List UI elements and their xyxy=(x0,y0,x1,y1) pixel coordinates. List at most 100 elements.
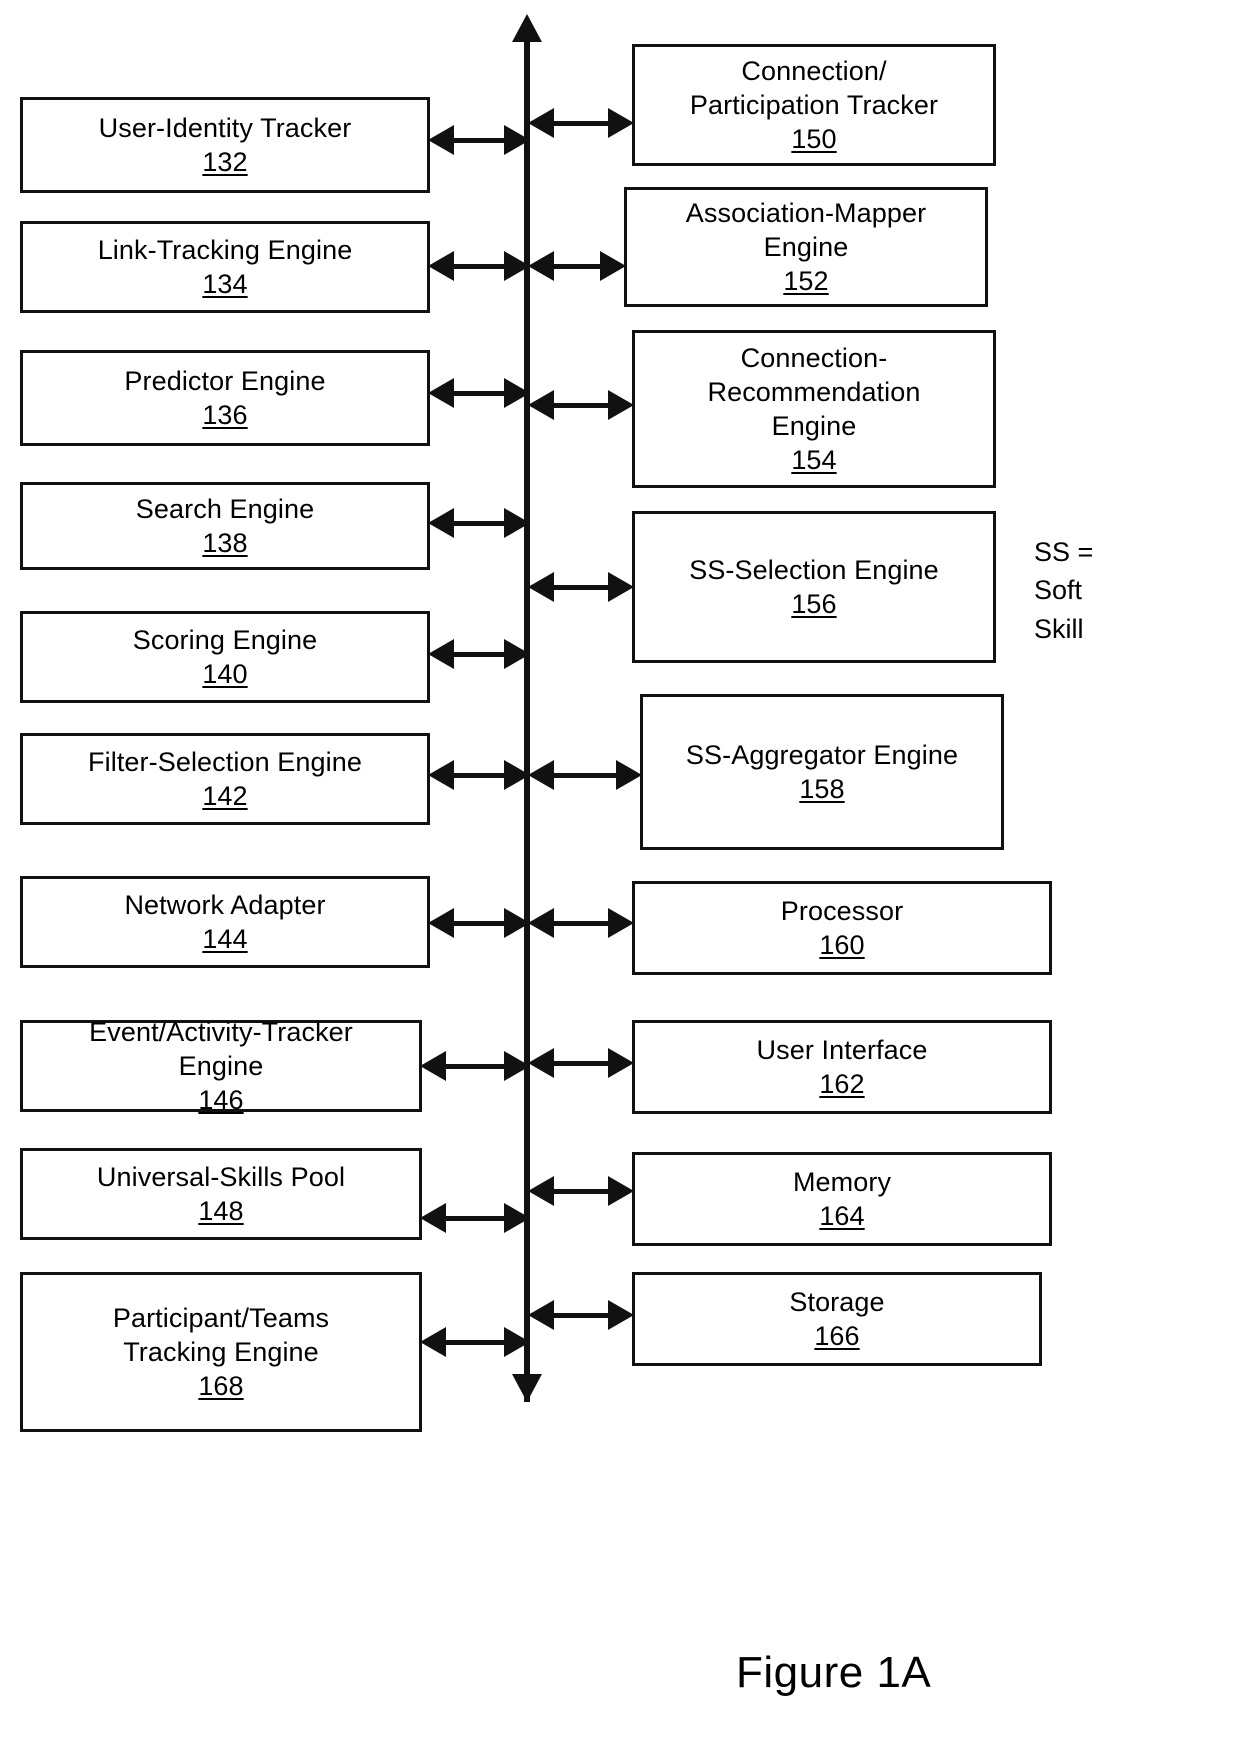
block-title: Processor xyxy=(780,895,904,926)
arrow-head-left-icon xyxy=(528,572,554,602)
block-title: Search Engine xyxy=(135,493,315,524)
connector-144-bus xyxy=(428,908,530,938)
block-title: Connection/ Participation Tracker xyxy=(689,55,939,120)
arrow-head-left-icon xyxy=(428,639,454,669)
connector-148-bus xyxy=(420,1203,530,1233)
arrow-head-right-icon xyxy=(616,760,642,790)
arrow-head-left-icon xyxy=(528,1048,554,1078)
block-number: 140 xyxy=(202,659,248,689)
arrow-head-left-icon xyxy=(528,108,554,138)
system-bus-arrow-down-icon xyxy=(512,1374,542,1402)
connector-bus-158 xyxy=(528,760,642,790)
connector-132-bus xyxy=(428,125,530,155)
block-number: 136 xyxy=(202,400,248,430)
block-user-identity-tracker: User-Identity Tracker 132 xyxy=(20,97,430,193)
system-bus-arrow-up-icon xyxy=(512,14,542,42)
block-text-line: Event/Activity-Tracker Engine 146 xyxy=(89,1016,353,1116)
block-title: Network Adapter xyxy=(124,889,326,920)
block-title: Storage xyxy=(789,1286,885,1317)
arrow-head-left-icon xyxy=(420,1203,446,1233)
block-number: 164 xyxy=(819,1201,865,1231)
arrow-head-right-icon xyxy=(608,572,634,602)
connector-bus-166 xyxy=(528,1300,634,1330)
block-title: User Interface xyxy=(756,1034,928,1065)
arrow-head-right-icon xyxy=(608,908,634,938)
block-memory: Memory 164 xyxy=(632,1152,1052,1246)
block-number: 152 xyxy=(783,266,829,296)
block-title: SS-Aggregator Engine xyxy=(685,739,959,770)
block-storage: Storage 166 xyxy=(632,1272,1042,1366)
block-predictor-engine: Predictor Engine 136 xyxy=(20,350,430,446)
block-title: Association-Mapper Engine xyxy=(685,197,927,262)
block-title: Participant/Teams Tracking Engine xyxy=(112,1302,330,1367)
block-number: 162 xyxy=(819,1069,865,1099)
connector-140-bus xyxy=(428,639,530,669)
block-scoring-engine: Scoring Engine 140 xyxy=(20,611,430,703)
arrow-head-left-icon xyxy=(428,760,454,790)
arrow-head-left-icon xyxy=(428,125,454,155)
block-participant-teams-tracking-engine: Participant/Teams Tracking Engine 168 xyxy=(20,1272,422,1432)
arrow-head-left-icon xyxy=(428,508,454,538)
connector-134-bus xyxy=(428,251,530,281)
arrow-head-right-icon xyxy=(608,1048,634,1078)
block-number: 156 xyxy=(791,589,837,619)
block-number: 158 xyxy=(799,774,845,804)
block-title: User-Identity Tracker xyxy=(98,112,352,143)
connector-bus-162 xyxy=(528,1048,634,1078)
connector-bus-154 xyxy=(528,390,634,420)
connector-168-bus xyxy=(420,1327,530,1357)
arrow-head-right-icon xyxy=(600,251,626,281)
block-number: 138 xyxy=(202,528,248,558)
block-title: Memory xyxy=(792,1166,892,1197)
arrow-head-right-icon xyxy=(504,1051,530,1081)
block-network-adapter: Network Adapter 144 xyxy=(20,876,430,968)
connector-136-bus xyxy=(428,378,530,408)
block-search-engine: Search Engine 138 xyxy=(20,482,430,570)
block-association-mapper-engine: Association-Mapper Engine 152 xyxy=(624,187,988,307)
arrow-head-left-icon xyxy=(428,908,454,938)
block-ss-selection-engine: SS-Selection Engine 156 xyxy=(632,511,996,663)
connector-bus-152 xyxy=(528,251,626,281)
figure-canvas: User-Identity Tracker 132 Link-Tracking … xyxy=(0,0,1240,1739)
block-number: 134 xyxy=(202,269,248,299)
arrow-head-right-icon xyxy=(504,908,530,938)
arrow-head-left-icon xyxy=(528,251,554,281)
arrow-head-right-icon xyxy=(504,760,530,790)
arrow-head-right-icon xyxy=(608,1176,634,1206)
legend-soft-skill-abbreviation: SS = Soft Skill xyxy=(1034,537,1094,644)
block-title: Filter-Selection Engine xyxy=(88,746,362,777)
block-link-tracking-engine: Link-Tracking Engine 134 xyxy=(20,221,430,313)
arrow-head-right-icon xyxy=(608,108,634,138)
block-number: 168 xyxy=(198,1371,244,1401)
block-event-activity-tracker-engine: Event/Activity-Tracker Engine 146 xyxy=(20,1017,422,1115)
block-title: Predictor Engine xyxy=(124,365,326,396)
connector-bus-160 xyxy=(528,908,634,938)
arrow-head-left-icon xyxy=(528,760,554,790)
block-number: 160 xyxy=(819,930,865,960)
block-user-interface: User Interface 162 xyxy=(632,1020,1052,1114)
arrow-head-right-icon xyxy=(504,508,530,538)
arrow-head-left-icon xyxy=(420,1051,446,1081)
figure-caption: Figure 1A xyxy=(736,1648,932,1697)
arrow-head-left-icon xyxy=(528,1176,554,1206)
block-number: 150 xyxy=(791,124,837,154)
connector-138-bus xyxy=(428,508,530,538)
arrow-head-right-icon xyxy=(504,1203,530,1233)
arrow-head-right-icon xyxy=(504,378,530,408)
connector-bus-150 xyxy=(528,108,634,138)
block-number: 132 xyxy=(202,147,248,177)
arrow-head-left-icon xyxy=(528,908,554,938)
block-number: 142 xyxy=(202,781,248,811)
block-universal-skills-pool: Universal-Skills Pool 148 xyxy=(20,1148,422,1240)
block-filter-selection-engine: Filter-Selection Engine 142 xyxy=(20,733,430,825)
arrow-head-right-icon xyxy=(608,390,634,420)
arrow-head-left-icon xyxy=(428,378,454,408)
block-connection-recommendation-engine: Connection- Recommendation Engine 154 xyxy=(632,330,996,488)
connector-bus-164 xyxy=(528,1176,634,1206)
arrow-head-right-icon xyxy=(608,1300,634,1330)
arrow-head-right-icon xyxy=(504,639,530,669)
arrow-head-right-icon xyxy=(504,125,530,155)
block-number: 166 xyxy=(814,1321,860,1351)
connector-bus-156 xyxy=(528,572,634,602)
block-title: Universal-Skills Pool xyxy=(96,1161,346,1192)
